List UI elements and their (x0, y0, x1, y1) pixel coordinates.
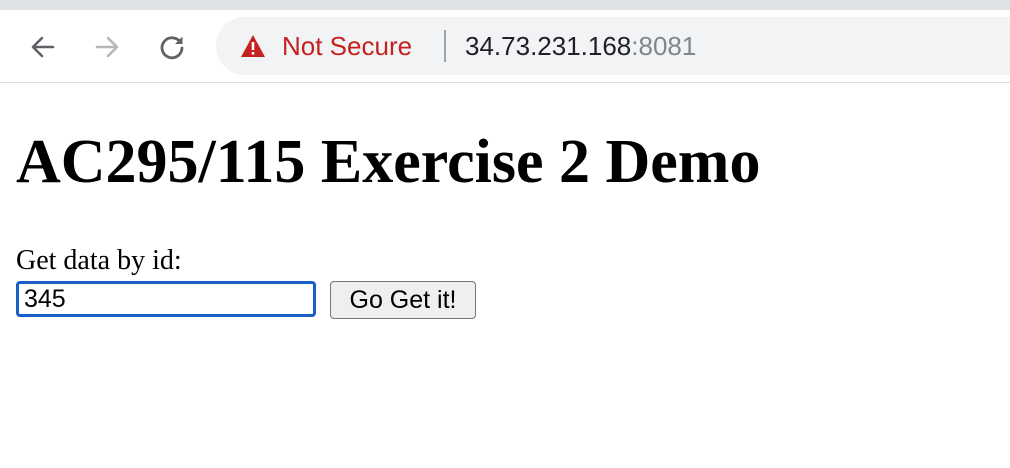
address-bar[interactable]: Not Secure 34.73.231.168:8081 (216, 17, 1010, 75)
tab-strip (0, 0, 1010, 10)
browser-chrome: Not Secure 34.73.231.168:8081 (0, 0, 1010, 84)
reload-icon (160, 36, 184, 60)
url-host: 34.73.231.168 (465, 31, 632, 61)
reload-button[interactable] (155, 30, 189, 64)
warning-triangle-icon (241, 35, 265, 57)
security-indicator[interactable]: Not Secure (240, 17, 412, 75)
go-get-it-button[interactable]: Go Get it! (330, 281, 476, 319)
page-title: AC295/115 Exercise 2 Demo (16, 128, 761, 196)
address-bar-divider (444, 30, 446, 62)
arrow-left-icon (31, 36, 55, 58)
page-content: AC295/115 Exercise 2 Demo Get data by id… (0, 84, 1010, 468)
url-port: :8081 (631, 31, 697, 61)
forward-button[interactable] (90, 30, 124, 64)
back-button[interactable] (26, 30, 60, 64)
url-text[interactable]: 34.73.231.168:8081 (465, 17, 696, 75)
arrow-right-icon (95, 36, 119, 58)
browser-toolbar: Not Secure 34.73.231.168:8081 (0, 10, 1010, 83)
toolbar-divider (0, 82, 1010, 83)
id-input[interactable] (16, 281, 316, 317)
security-label: Not Secure (282, 30, 413, 61)
id-field-label: Get data by id: (16, 245, 182, 276)
